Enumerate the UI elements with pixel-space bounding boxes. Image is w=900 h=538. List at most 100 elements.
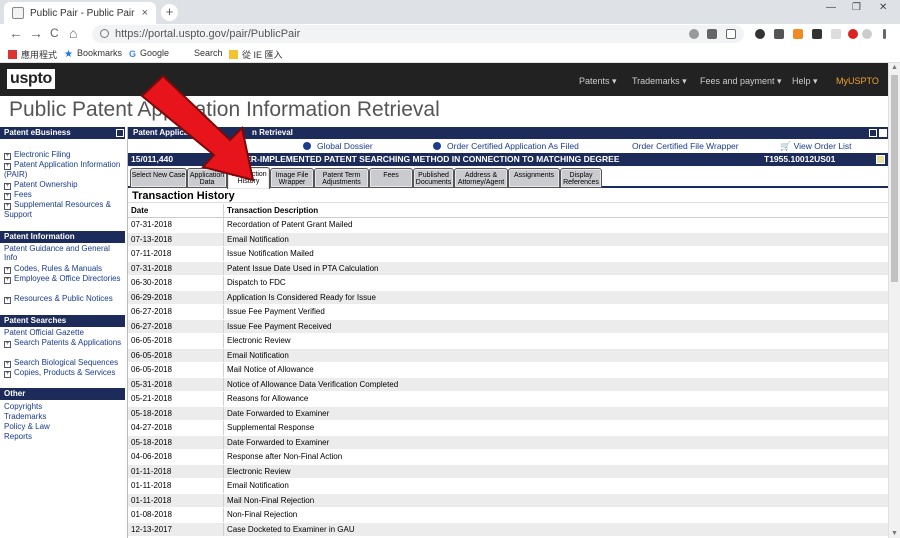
sidebar-item-gazette[interactable]: Patent Official Gazette xyxy=(4,328,124,337)
sidebar-item-copyrights[interactable]: Copyrights xyxy=(4,402,124,411)
expand-icon[interactable]: + xyxy=(4,203,11,210)
date-cell: 06-27-2018 xyxy=(131,321,172,331)
page-scrollbar[interactable]: ▲ ▼ xyxy=(888,63,900,538)
blocked-icon[interactable] xyxy=(689,29,699,39)
tab-application-data[interactable]: Application Data xyxy=(187,168,227,188)
sidebar-item-fees[interactable]: + Fees xyxy=(4,190,124,200)
rss-icon[interactable] xyxy=(793,29,803,39)
expand-icon[interactable]: + xyxy=(4,371,11,378)
forward-icon[interactable]: → xyxy=(29,24,43,42)
sidebar-item-trademarks[interactable]: Trademarks xyxy=(4,412,124,421)
tab-display-references[interactable]: Display References xyxy=(560,168,602,188)
expand-icon[interactable]: + xyxy=(4,267,11,274)
expand-icon[interactable]: + xyxy=(4,193,11,200)
sidebar-item-guidance[interactable]: Patent Guidance and General Info xyxy=(4,244,124,262)
column-divider xyxy=(223,305,224,319)
tab-patent-term-adjustments[interactable]: Patent Term Adjustments xyxy=(314,168,369,188)
uspto-logo[interactable]: uspto xyxy=(7,69,55,89)
extension-icon[interactable] xyxy=(755,29,765,39)
date-cell: 05-21-2018 xyxy=(131,394,172,403)
sidebar-item-directories[interactable]: + Employee & Office Directories xyxy=(4,274,124,284)
maximize-icon[interactable]: ❐ xyxy=(852,2,861,13)
sidebar-item-policy[interactable]: Policy & Law xyxy=(4,422,124,431)
sidebar-item-supplemental[interactable]: + Supplemental Resources & Support xyxy=(4,200,124,219)
expand-icon[interactable]: + xyxy=(4,163,11,170)
tab-select-new-case[interactable]: Select New Case xyxy=(130,168,187,188)
reload-icon[interactable]: C xyxy=(50,24,59,42)
tab-address-attorney[interactable]: Address & Attorney/Agent xyxy=(454,168,508,188)
new-tab-button[interactable]: + xyxy=(161,4,178,21)
application-number: 15/011,440 xyxy=(131,154,174,164)
print-icon[interactable] xyxy=(876,155,885,164)
column-divider xyxy=(223,290,224,304)
tab-transaction-history[interactable]: Transaction History xyxy=(227,167,270,189)
expand-icon[interactable]: + xyxy=(4,153,11,160)
sidebar-item-bio-sequences[interactable]: + Search Biological Sequences xyxy=(4,358,124,368)
bookmark-google[interactable]: G Google xyxy=(129,48,169,59)
sidebar-item-electronic-filing[interactable]: + Electronic Filing xyxy=(4,150,124,160)
expand-icon[interactable]: + xyxy=(4,277,11,284)
address-bar[interactable]: https://portal.uspto.gov/pair/PublicPair xyxy=(92,25,744,43)
global-dossier-link[interactable]: Global Dossier xyxy=(303,141,373,151)
translate-icon[interactable] xyxy=(707,29,717,39)
bookmark-apps[interactable]: 應用程式 xyxy=(8,48,57,61)
bookmark-ie-import[interactable]: 從 IE 匯入 xyxy=(229,48,283,61)
sidebar-item-reports[interactable]: Reports xyxy=(4,432,124,441)
expand-icon[interactable]: + xyxy=(4,297,11,304)
close-tab-icon[interactable]: × xyxy=(142,7,148,19)
minimize-icon[interactable] xyxy=(116,129,124,137)
profile-icon[interactable] xyxy=(862,29,872,39)
order-certified-app-link[interactable]: Order Certified Application As Filed xyxy=(433,141,579,151)
tab-assignments[interactable]: Assignments xyxy=(508,168,560,188)
expand-icon[interactable]: + xyxy=(4,361,11,368)
sidebar-item-search-patents[interactable]: + Search Patents & Applications xyxy=(4,338,124,348)
tab-published-documents[interactable]: Published Documents xyxy=(413,168,454,188)
view-order-list-link[interactable]: 🛒 View Order List xyxy=(780,141,852,152)
close-window-icon[interactable]: ✕ xyxy=(879,2,887,13)
expand-icon[interactable]: + xyxy=(4,341,11,348)
home-icon[interactable]: ⌂ xyxy=(69,24,77,42)
order-file-wrapper-link[interactable]: Order Certified File Wrapper xyxy=(632,141,739,151)
nav-help[interactable]: Help ▾ xyxy=(792,76,818,87)
column-divider xyxy=(223,261,224,275)
back-icon[interactable]: ← xyxy=(9,24,23,42)
cart-icon: 🛒 xyxy=(780,141,791,151)
nav-fees-and-payment[interactable]: Fees and payment ▾ xyxy=(700,76,782,87)
expand-icon[interactable]: + xyxy=(4,183,11,190)
tab-fees[interactable]: Fees xyxy=(369,168,413,188)
scroll-up-icon[interactable]: ▲ xyxy=(891,64,898,71)
minimize-icon[interactable] xyxy=(869,129,877,137)
bookmark-search[interactable]: Search xyxy=(194,48,223,58)
sidebar-item-codes[interactable]: + Codes, Rules & Manuals xyxy=(4,264,124,274)
browser-tab-strip: Public Pair - Public Pair × + — ❐ ✕ xyxy=(0,0,900,24)
nav-trademarks[interactable]: Trademarks ▾ xyxy=(632,76,687,87)
sidebar-item-patent-ownership[interactable]: + Patent Ownership xyxy=(4,180,124,190)
star-icon[interactable] xyxy=(726,29,736,39)
column-divider xyxy=(223,247,224,261)
minimize-icon[interactable]: — xyxy=(826,2,836,13)
menu-icon[interactable] xyxy=(883,29,886,39)
extension-icon[interactable] xyxy=(831,29,841,39)
table-row: 07-31-2018 Patent Issue Date Used in PTA … xyxy=(128,261,889,276)
sidebar-section-header: Other xyxy=(0,388,125,400)
column-divider xyxy=(223,363,224,377)
google-icon: G xyxy=(129,49,137,59)
sidebar-item-copies[interactable]: + Copies, Products & Services xyxy=(4,368,124,378)
download-icon[interactable] xyxy=(812,29,822,39)
extension-icon[interactable] xyxy=(774,29,784,39)
maximize-icon[interactable] xyxy=(879,129,887,137)
scroll-down-icon[interactable]: ▼ xyxy=(891,530,898,537)
main-panel: Patent Applica n Retrieval Global Dossie… xyxy=(127,127,889,538)
column-divider xyxy=(223,392,224,406)
tab-image-file-wrapper[interactable]: Image File Wrapper xyxy=(270,168,314,188)
scroll-thumb[interactable] xyxy=(891,75,898,282)
bookmark-bookmarks[interactable]: ★ Bookmarks xyxy=(64,48,122,60)
opera-icon[interactable] xyxy=(848,29,858,39)
sidebar-item-resources[interactable]: + Resources & Public Notices xyxy=(4,294,124,304)
nav-myuspto[interactable]: MyUSPTO xyxy=(836,76,879,86)
nav-patents[interactable]: Patents ▾ xyxy=(579,76,617,87)
column-divider xyxy=(223,522,224,536)
browser-tab[interactable]: Public Pair - Public Pair × xyxy=(4,2,156,24)
sidebar-item-pair[interactable]: + Patent Application Information (PAIR) xyxy=(4,160,124,179)
date-cell: 05-18-2018 xyxy=(131,437,172,447)
